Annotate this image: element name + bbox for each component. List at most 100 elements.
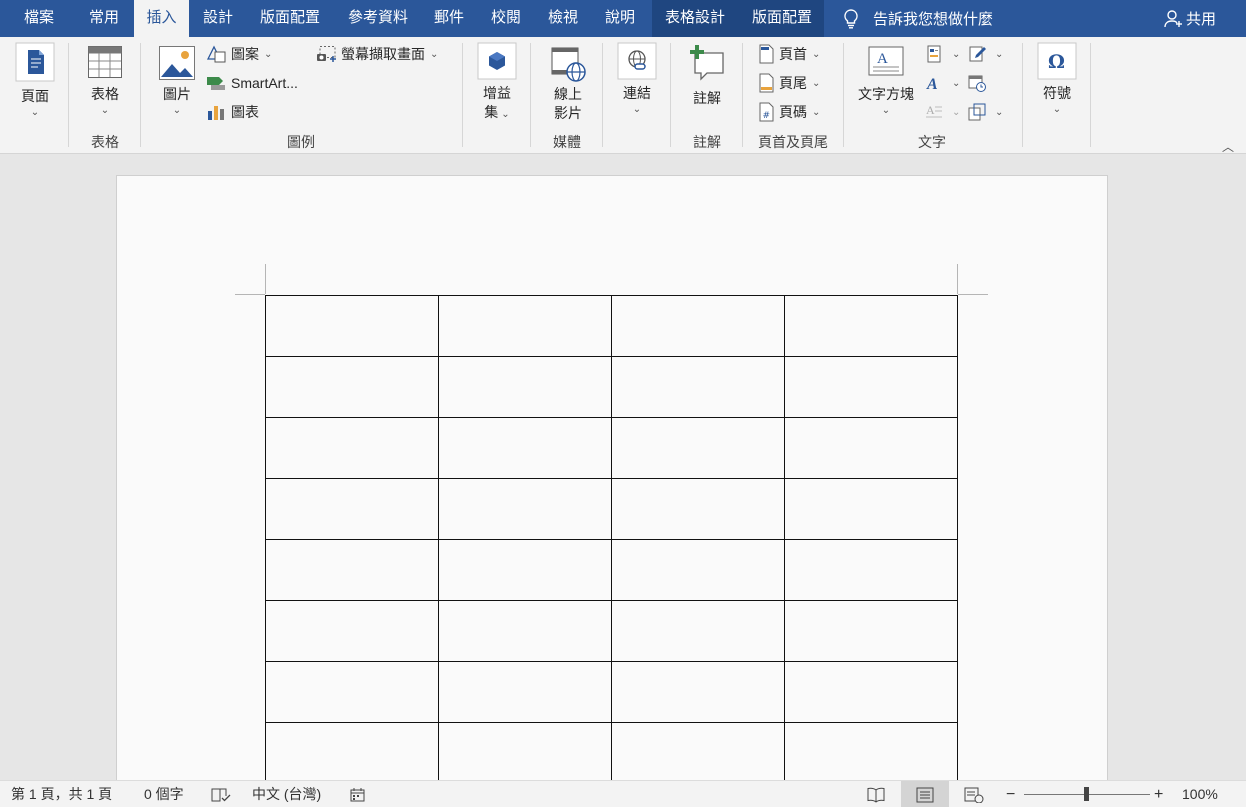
share-button[interactable]: 共用 [1164, 0, 1216, 37]
tab-insert[interactable]: 插入 [134, 0, 189, 37]
table-cell[interactable] [265, 539, 439, 601]
proofing-icon[interactable] [211, 781, 231, 807]
table-cell[interactable] [611, 478, 785, 540]
table-button[interactable]: 表格 ⌄ [84, 45, 126, 116]
text-box-button[interactable]: A 文字方塊 ⌄ [853, 45, 919, 116]
header-button[interactable]: 頁首 ⌄ [757, 43, 820, 65]
table-cell[interactable] [265, 600, 439, 662]
table-cell[interactable] [611, 539, 785, 601]
screenshot-button[interactable]: 螢幕擷取畫面 ⌄ [316, 43, 438, 65]
table-row [265, 600, 958, 662]
chart-icon [208, 106, 224, 120]
zoom-in-button[interactable]: + [1154, 781, 1163, 807]
table-cell[interactable] [438, 295, 612, 357]
screenshot-icon [317, 46, 336, 62]
document-page[interactable] [116, 175, 1108, 780]
page-number-button[interactable]: # 頁碼 ⌄ [757, 101, 820, 123]
table-cell[interactable] [265, 417, 439, 479]
links-button[interactable]: 連結 ⌄ [614, 42, 660, 115]
tab-layout[interactable]: 版面配置 [250, 0, 330, 37]
addins-button[interactable]: 增益 集 ⌄ [474, 42, 520, 124]
chevron-down-icon: ⌄ [995, 48, 1004, 60]
wordart-button[interactable]: A ⌄ [925, 72, 960, 94]
table-cell[interactable] [438, 478, 612, 540]
smartart-button[interactable]: SmartArt... [206, 72, 298, 94]
table-cell[interactable] [611, 417, 785, 479]
tab-help[interactable]: 說明 [595, 0, 645, 37]
tab-file[interactable]: 檔案 [14, 0, 64, 37]
table-cell[interactable] [438, 417, 612, 479]
group-divider [530, 43, 531, 147]
chevron-down-icon: ⌄ [430, 48, 439, 60]
table-cell[interactable] [784, 600, 958, 662]
table-cell[interactable] [611, 661, 785, 723]
table-cell[interactable] [265, 356, 439, 418]
table-cell[interactable] [611, 356, 785, 418]
page-count[interactable]: 第 1 頁，共 1 頁 [11, 781, 112, 807]
tab-design[interactable]: 設計 [193, 0, 243, 37]
table-cell[interactable] [784, 661, 958, 723]
footer-button[interactable]: 頁尾 ⌄ [757, 72, 820, 94]
table-cell[interactable] [784, 722, 958, 780]
shapes-label: 圖案 [231, 46, 259, 62]
table-cell[interactable] [438, 722, 612, 780]
word-count[interactable]: 0 個字 [144, 781, 184, 807]
table-cell[interactable] [784, 356, 958, 418]
document-table[interactable] [265, 295, 958, 780]
table-cell[interactable] [784, 417, 958, 479]
tab-references[interactable]: 參考資料 [338, 0, 418, 37]
page-button[interactable]: 頁面 ⌄ [12, 42, 58, 118]
table-cell[interactable] [265, 295, 439, 357]
comment-label: 註解 [693, 90, 721, 106]
symbols-label: 符號 [1043, 85, 1071, 101]
tab-table-design[interactable]: 表格設計 [655, 0, 735, 37]
drop-cap-button[interactable]: A ⌄ [925, 101, 960, 123]
new-comment-button[interactable]: 註解 [683, 43, 731, 108]
table-cell[interactable] [438, 600, 612, 662]
zoom-level[interactable]: 100% [1182, 781, 1218, 807]
web-layout-icon[interactable] [950, 781, 998, 807]
table-cell[interactable] [784, 295, 958, 357]
chevron-down-icon: ⌄ [1052, 104, 1062, 115]
language-indicator[interactable]: 中文 (台灣) [252, 781, 321, 807]
table-cell[interactable] [265, 722, 439, 780]
table-cell[interactable] [611, 722, 785, 780]
table-cell[interactable] [611, 295, 785, 357]
online-video-button[interactable]: 線上 影片 [546, 45, 590, 123]
chevron-down-icon: ⌄ [812, 106, 821, 118]
date-time-button[interactable] [968, 72, 990, 94]
pictures-button[interactable]: 圖片 ⌄ [156, 45, 198, 116]
table-cell[interactable] [265, 478, 439, 540]
table-cell[interactable] [784, 539, 958, 601]
smartart-icon [207, 77, 225, 90]
table-cell[interactable] [438, 661, 612, 723]
table-cell[interactable] [265, 661, 439, 723]
table-cell[interactable] [611, 600, 785, 662]
status-bar: 第 1 頁，共 1 頁 0 個字 中文 (台灣) − + 100% [0, 780, 1246, 807]
chart-button[interactable]: 圖表 [206, 101, 259, 123]
table-cell[interactable] [784, 478, 958, 540]
tab-table-layout[interactable]: 版面配置 [742, 0, 822, 37]
quick-parts-button[interactable]: ⌄ [925, 43, 960, 65]
tab-view[interactable]: 檢視 [538, 0, 588, 37]
tab-mailings[interactable]: 郵件 [424, 0, 474, 37]
document-area[interactable] [0, 155, 1246, 780]
signature-line-button[interactable]: ⌄ [968, 43, 1003, 65]
tab-review[interactable]: 校閱 [481, 0, 531, 37]
shapes-button[interactable]: 圖案 ⌄ [206, 43, 272, 65]
zoom-out-button[interactable]: − [1006, 781, 1015, 807]
object-button[interactable]: ⌄ [968, 101, 1003, 123]
read-mode-icon[interactable] [852, 781, 900, 807]
quick-parts-icon [927, 45, 941, 63]
collapse-ribbon-icon[interactable]: ︿ [1222, 138, 1234, 155]
table-cell[interactable] [438, 356, 612, 418]
zoom-slider-thumb[interactable] [1084, 787, 1089, 801]
tell-me-search[interactable]: 告訴我您想做什麼 [843, 0, 993, 37]
accessibility-icon[interactable] [350, 781, 366, 807]
symbols-button[interactable]: Ω 符號 ⌄ [1034, 42, 1080, 115]
table-cell[interactable] [438, 539, 612, 601]
add-comment-icon [690, 45, 724, 81]
print-layout-icon[interactable] [901, 781, 949, 807]
group-divider [742, 43, 743, 147]
tab-home[interactable]: 常用 [79, 0, 129, 37]
